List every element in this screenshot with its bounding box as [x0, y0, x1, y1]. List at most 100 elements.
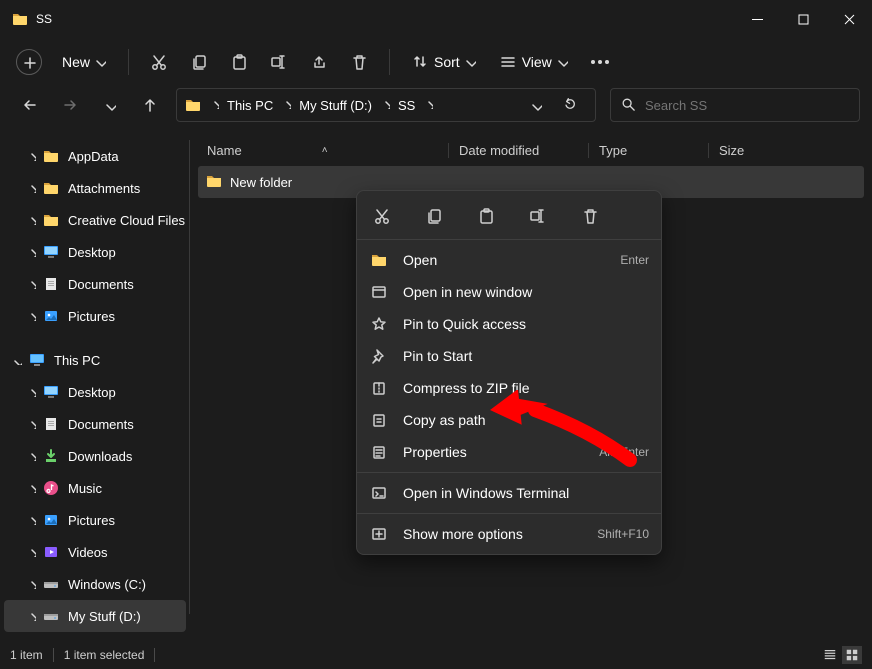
- ctx-open-in-new-window[interactable]: Open in new window: [357, 276, 661, 308]
- chevron-right-icon[interactable]: [24, 215, 38, 225]
- chevron-down-icon[interactable]: [10, 355, 24, 365]
- ctx-shortcut: Enter: [620, 253, 649, 267]
- chevron-right-icon[interactable]: [277, 99, 295, 112]
- ctx-delete-button[interactable]: [575, 201, 605, 231]
- sidebar-item-appdata[interactable]: AppData: [0, 140, 190, 172]
- chevron-right-icon[interactable]: [24, 311, 38, 321]
- titlebar: SS: [0, 0, 872, 38]
- recent-locations-button[interactable]: [92, 88, 128, 122]
- sort-ascending-icon: ˄: [322, 145, 328, 156]
- chevron-right-icon[interactable]: [24, 515, 38, 525]
- delete-button[interactable]: [341, 44, 377, 80]
- status-selected: 1 item selected: [64, 648, 145, 662]
- new-plus-icon[interactable]: [16, 49, 42, 75]
- up-button[interactable]: [132, 88, 168, 122]
- ctx-shortcut: Shift+F10: [597, 527, 649, 541]
- ctx-rename-button[interactable]: [523, 201, 553, 231]
- sidebar-item-pictures[interactable]: Pictures: [0, 504, 190, 536]
- forward-button[interactable]: [52, 88, 88, 122]
- sidebar-item-attachments[interactable]: Attachments: [0, 172, 190, 204]
- ctx-pin-to-quick-access[interactable]: Pin to Quick access: [357, 308, 661, 340]
- rename-button[interactable]: [261, 44, 297, 80]
- column-header-name[interactable]: Name˄: [196, 143, 448, 158]
- chevron-right-icon[interactable]: [24, 247, 38, 257]
- chevron-right-icon[interactable]: [24, 451, 38, 461]
- address-dropdown-button[interactable]: [519, 90, 553, 120]
- column-header-size[interactable]: Size: [708, 143, 788, 158]
- refresh-button[interactable]: [553, 90, 587, 120]
- ctx-properties[interactable]: Properties Alt+Enter: [357, 436, 661, 468]
- ctx-paste-button[interactable]: [471, 201, 501, 231]
- column-header-date[interactable]: Date modified: [448, 143, 588, 158]
- new-button[interactable]: New: [52, 44, 116, 80]
- address-bar[interactable]: This PC My Stuff (D:) SS: [176, 88, 596, 122]
- chevron-right-icon[interactable]: [24, 419, 38, 429]
- downloads-icon: [42, 447, 60, 465]
- search-box[interactable]: [610, 88, 860, 122]
- chevron-right-icon[interactable]: [24, 547, 38, 557]
- sidebar-item-music[interactable]: Music: [0, 472, 190, 504]
- ctx-copy-as-path[interactable]: Copy as path: [357, 404, 661, 436]
- properties-icon: [369, 442, 389, 462]
- share-button[interactable]: [301, 44, 337, 80]
- ctx-show-more-options[interactable]: Show more options Shift+F10: [357, 518, 661, 550]
- chevron-right-icon[interactable]: [419, 99, 437, 112]
- copy-button[interactable]: [181, 44, 217, 80]
- breadcrumb-thispc[interactable]: This PC: [223, 98, 277, 113]
- column-header-row: Name˄ Date modified Type Size: [196, 134, 866, 166]
- ctx-open[interactable]: Open Enter: [357, 244, 661, 276]
- sidebar-item-my-stuff-d-[interactable]: My Stuff (D:): [4, 600, 186, 632]
- sidebar-item-desktop[interactable]: Desktop: [0, 236, 190, 268]
- ctx-label: Open: [403, 252, 620, 268]
- paste-button[interactable]: [221, 44, 257, 80]
- terminal-icon: [369, 483, 389, 503]
- ctx-compress-to-zip-file[interactable]: Compress to ZIP file: [357, 372, 661, 404]
- breadcrumb-drive[interactable]: My Stuff (D:): [295, 98, 376, 113]
- sort-button[interactable]: Sort: [402, 44, 486, 80]
- ctx-shortcut: Alt+Enter: [599, 445, 649, 459]
- chevron-right-icon[interactable]: [24, 151, 38, 161]
- sidebar-item-pictures[interactable]: Pictures: [0, 300, 190, 332]
- ctx-label: Copy as path: [403, 412, 649, 428]
- sidebar-item-videos[interactable]: Videos: [0, 536, 190, 568]
- back-button[interactable]: [12, 88, 48, 122]
- chevron-right-icon[interactable]: [24, 279, 38, 289]
- monitor-icon: [28, 351, 46, 369]
- search-input[interactable]: [645, 98, 849, 113]
- ctx-copy-button[interactable]: [419, 201, 449, 231]
- documents-icon: [42, 275, 60, 293]
- chevron-right-icon[interactable]: [24, 387, 38, 397]
- breadcrumb-folder[interactable]: SS: [394, 98, 419, 113]
- chevron-right-icon[interactable]: [24, 611, 38, 621]
- sidebar-item-label: Documents: [68, 417, 134, 432]
- sidebar-item-documents[interactable]: Documents: [0, 268, 190, 300]
- sidebar-item-desktop[interactable]: Desktop: [0, 376, 190, 408]
- column-header-type[interactable]: Type: [588, 143, 708, 158]
- maximize-button[interactable]: [780, 0, 826, 38]
- chevron-right-icon[interactable]: [376, 99, 394, 112]
- sidebar-item-this-pc[interactable]: This PC: [0, 344, 190, 376]
- cut-button[interactable]: [141, 44, 177, 80]
- sidebar-item-creative-cloud-files[interactable]: Creative Cloud Files: [0, 204, 190, 236]
- close-button[interactable]: [826, 0, 872, 38]
- drive-icon: [42, 575, 60, 593]
- chevron-right-icon[interactable]: [24, 579, 38, 589]
- ctx-open-terminal[interactable]: Open in Windows Terminal: [357, 477, 661, 509]
- chevron-right-icon[interactable]: [24, 183, 38, 193]
- sidebar-item-label: Desktop: [68, 245, 116, 260]
- sidebar-item-documents[interactable]: Documents: [0, 408, 190, 440]
- ellipsis-icon: [591, 60, 609, 64]
- view-button[interactable]: View: [490, 44, 578, 80]
- ctx-cut-button[interactable]: [367, 201, 397, 231]
- chevron-right-icon[interactable]: [205, 99, 223, 112]
- sidebar-item-downloads[interactable]: Downloads: [0, 440, 190, 472]
- minimize-button[interactable]: [734, 0, 780, 38]
- more-button[interactable]: [582, 44, 618, 80]
- ctx-pin-to-start[interactable]: Pin to Start: [357, 340, 661, 372]
- chevron-right-icon[interactable]: [24, 483, 38, 493]
- details-view-toggle[interactable]: [820, 646, 840, 664]
- folder-icon: [42, 211, 60, 229]
- thumbnails-view-toggle[interactable]: [842, 646, 862, 664]
- sidebar-item-windows-c-[interactable]: Windows (C:): [0, 568, 190, 600]
- sidebar-item-label: Videos: [68, 545, 108, 560]
